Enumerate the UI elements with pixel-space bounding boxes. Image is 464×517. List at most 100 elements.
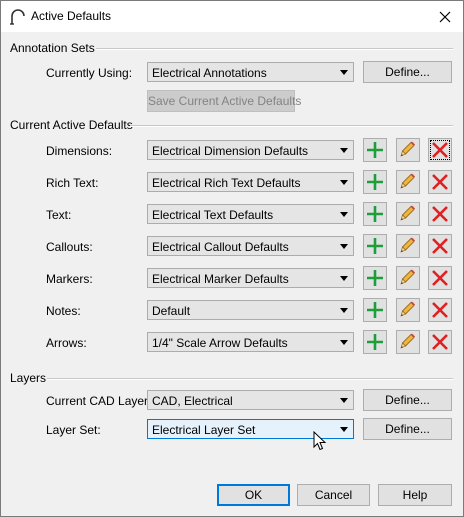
arrows-delete-button[interactable] <box>428 330 452 354</box>
chevron-down-icon <box>340 148 348 153</box>
notes-value: Default <box>152 304 191 318</box>
annotation-sets-divider <box>96 48 453 50</box>
dimensions-dropdown[interactable]: Electrical Dimension Defaults <box>147 140 354 160</box>
arrows-add-button[interactable] <box>363 330 387 354</box>
help-button[interactable]: Help <box>378 484 452 506</box>
chevron-down-icon <box>340 340 348 345</box>
markers-value: Electrical Marker Defaults <box>152 272 289 286</box>
rich-text-dropdown[interactable]: Electrical Rich Text Defaults <box>147 172 354 192</box>
pencil-icon <box>400 205 415 221</box>
pencil-icon <box>400 301 415 317</box>
callouts-value: Electrical Callout Defaults <box>152 240 289 254</box>
markers-add-button[interactable] <box>363 266 387 290</box>
layers-heading: Layers <box>10 371 47 385</box>
current-active-defaults-heading: Current Active Defaults <box>10 118 133 132</box>
layer-set-value: Electrical Layer Set <box>152 423 256 437</box>
active-defaults-dialog: Active Defaults Annotation Sets Currentl… <box>0 0 464 517</box>
rich-text-add-button[interactable] <box>363 170 387 194</box>
pencil-icon <box>400 333 415 349</box>
red-x-icon <box>432 174 448 190</box>
dimensions-edit-button[interactable] <box>396 138 420 162</box>
define-layer-set-button[interactable]: Define... <box>363 418 452 440</box>
plus-icon <box>367 302 383 318</box>
arrows-edit-button[interactable] <box>396 330 420 354</box>
pencil-icon <box>400 237 415 253</box>
chevron-down-icon <box>340 398 348 403</box>
markers-edit-button[interactable] <box>396 266 420 290</box>
title-bar[interactable]: Active Defaults <box>1 1 463 32</box>
cancel-button[interactable]: Cancel <box>297 484 370 506</box>
close-button[interactable] <box>427 1 463 32</box>
close-icon <box>439 11 451 22</box>
plus-icon <box>367 334 383 350</box>
chevron-down-icon <box>340 244 348 249</box>
notes-delete-button[interactable] <box>428 298 452 322</box>
rich-text-value: Electrical Rich Text Defaults <box>152 176 301 190</box>
plus-icon <box>367 238 383 254</box>
pencil-icon <box>400 173 415 189</box>
ok-button[interactable]: OK <box>217 484 290 506</box>
currently-using-label: Currently Using: <box>46 66 133 80</box>
callouts-dropdown[interactable]: Electrical Callout Defaults <box>147 236 354 256</box>
red-x-icon <box>432 206 448 222</box>
dimensions-add-button[interactable] <box>363 138 387 162</box>
window-title: Active Defaults <box>31 9 112 23</box>
arrows-label: Arrows: <box>46 336 87 350</box>
arrows-value: 1/4" Scale Arrow Defaults <box>152 336 288 350</box>
red-x-icon <box>432 142 448 158</box>
text-value: Electrical Text Defaults <box>152 208 274 222</box>
callouts-delete-button[interactable] <box>428 234 452 258</box>
chevron-down-icon <box>340 212 348 217</box>
arrows-dropdown[interactable]: 1/4" Scale Arrow Defaults <box>147 332 354 352</box>
layer-set-label: Layer Set: <box>46 423 101 437</box>
plus-icon <box>367 174 383 190</box>
current-cad-layer-value: CAD, Electrical <box>152 394 233 408</box>
mouse-cursor-icon <box>313 431 327 451</box>
text-edit-button[interactable] <box>396 202 420 226</box>
chevron-down-icon <box>340 308 348 313</box>
chevron-down-icon <box>340 427 348 432</box>
current-cad-layer-dropdown[interactable]: CAD, Electrical <box>147 390 354 410</box>
define-cad-layer-button[interactable]: Define... <box>363 389 452 411</box>
define-annotation-set-button[interactable]: Define... <box>363 61 452 83</box>
plus-icon <box>367 142 383 158</box>
markers-label: Markers: <box>46 272 93 286</box>
callouts-label: Callouts: <box>46 240 93 254</box>
dimensions-label: Dimensions: <box>46 144 113 158</box>
red-x-icon <box>432 270 448 286</box>
app-arc-icon <box>10 9 25 25</box>
rich-text-edit-button[interactable] <box>396 170 420 194</box>
callouts-edit-button[interactable] <box>396 234 420 258</box>
notes-label: Notes: <box>46 304 81 318</box>
rich-text-delete-button[interactable] <box>428 170 452 194</box>
current-active-defaults-divider <box>130 125 453 127</box>
text-add-button[interactable] <box>363 202 387 226</box>
markers-dropdown[interactable]: Electrical Marker Defaults <box>147 268 354 288</box>
chevron-down-icon <box>340 70 348 75</box>
notes-edit-button[interactable] <box>396 298 420 322</box>
text-delete-button[interactable] <box>428 202 452 226</box>
dimensions-delete-button[interactable] <box>428 138 452 162</box>
text-label: Text: <box>46 208 72 222</box>
save-current-active-defaults-button[interactable]: Save Current Active Defaults <box>147 90 301 112</box>
current-cad-layer-label: Current CAD Layer: <box>46 394 152 408</box>
notes-dropdown[interactable]: Default <box>147 300 354 320</box>
red-x-icon <box>432 238 448 254</box>
plus-icon <box>367 270 383 286</box>
markers-delete-button[interactable] <box>428 266 452 290</box>
plus-icon <box>367 206 383 222</box>
pencil-icon <box>400 269 415 285</box>
text-dropdown[interactable]: Electrical Text Defaults <box>147 204 354 224</box>
red-x-icon <box>432 334 448 350</box>
chevron-down-icon <box>340 180 348 185</box>
callouts-add-button[interactable] <box>363 234 387 258</box>
currently-using-dropdown[interactable]: Electrical Annotations <box>147 62 354 82</box>
layers-divider <box>47 378 453 380</box>
dimensions-value: Electrical Dimension Defaults <box>152 144 309 158</box>
notes-add-button[interactable] <box>363 298 387 322</box>
rich-text-label: Rich Text: <box>46 176 99 190</box>
currently-using-value: Electrical Annotations <box>152 66 267 80</box>
red-x-icon <box>432 302 448 318</box>
annotation-sets-heading: Annotation Sets <box>10 41 95 55</box>
pencil-icon <box>400 141 415 157</box>
